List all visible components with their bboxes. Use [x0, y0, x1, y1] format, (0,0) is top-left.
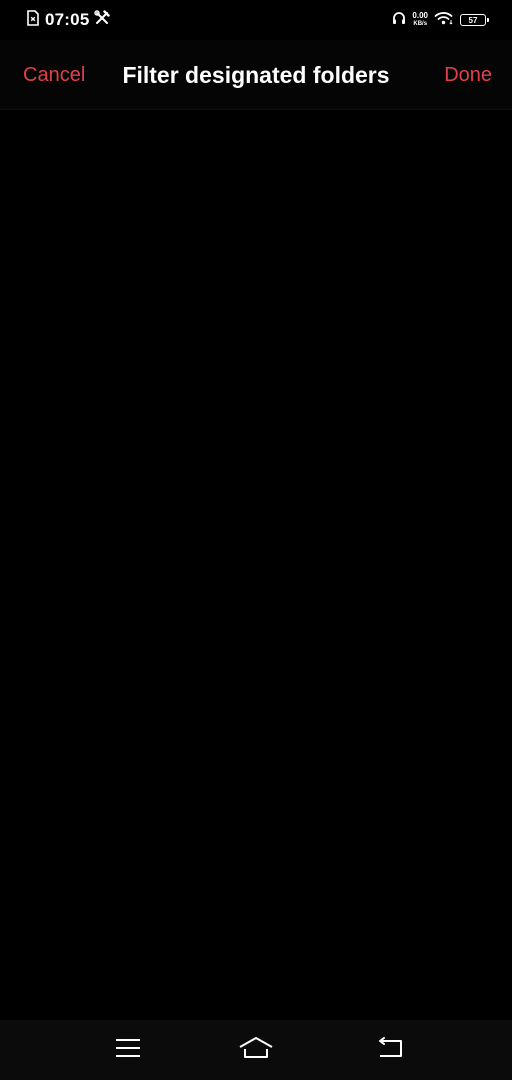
cancel-button[interactable]: Cancel: [23, 40, 85, 110]
status-left: 07:05: [26, 8, 111, 32]
status-bar: 07:05 0.00 KB/s 57: [0, 0, 512, 40]
network-speed-unit: KB/s: [413, 21, 428, 27]
home-button[interactable]: [216, 1020, 296, 1080]
back-icon: [376, 1036, 404, 1064]
back-button[interactable]: [350, 1020, 430, 1080]
network-speed-value: 0.00: [412, 11, 428, 20]
wifi-icon: [434, 11, 454, 30]
done-button[interactable]: Done: [444, 40, 492, 110]
home-icon: [238, 1036, 274, 1065]
battery-level: 57: [468, 15, 478, 25]
tools-icon: [94, 9, 111, 31]
folder-list-area: [0, 110, 512, 1020]
top-app-bar: Cancel Filter designated folders Done: [0, 40, 512, 110]
sim-card-icon: [26, 9, 40, 31]
status-right: 0.00 KB/s 57: [392, 8, 489, 32]
battery-icon: 57: [460, 14, 489, 26]
headphones-icon: [392, 11, 406, 30]
network-speed: 0.00 KB/s: [412, 12, 428, 28]
navigation-bar: [0, 1020, 512, 1080]
status-time: 07:05: [45, 10, 90, 29]
menu-icon: [115, 1038, 141, 1063]
menu-button[interactable]: [88, 1020, 168, 1080]
